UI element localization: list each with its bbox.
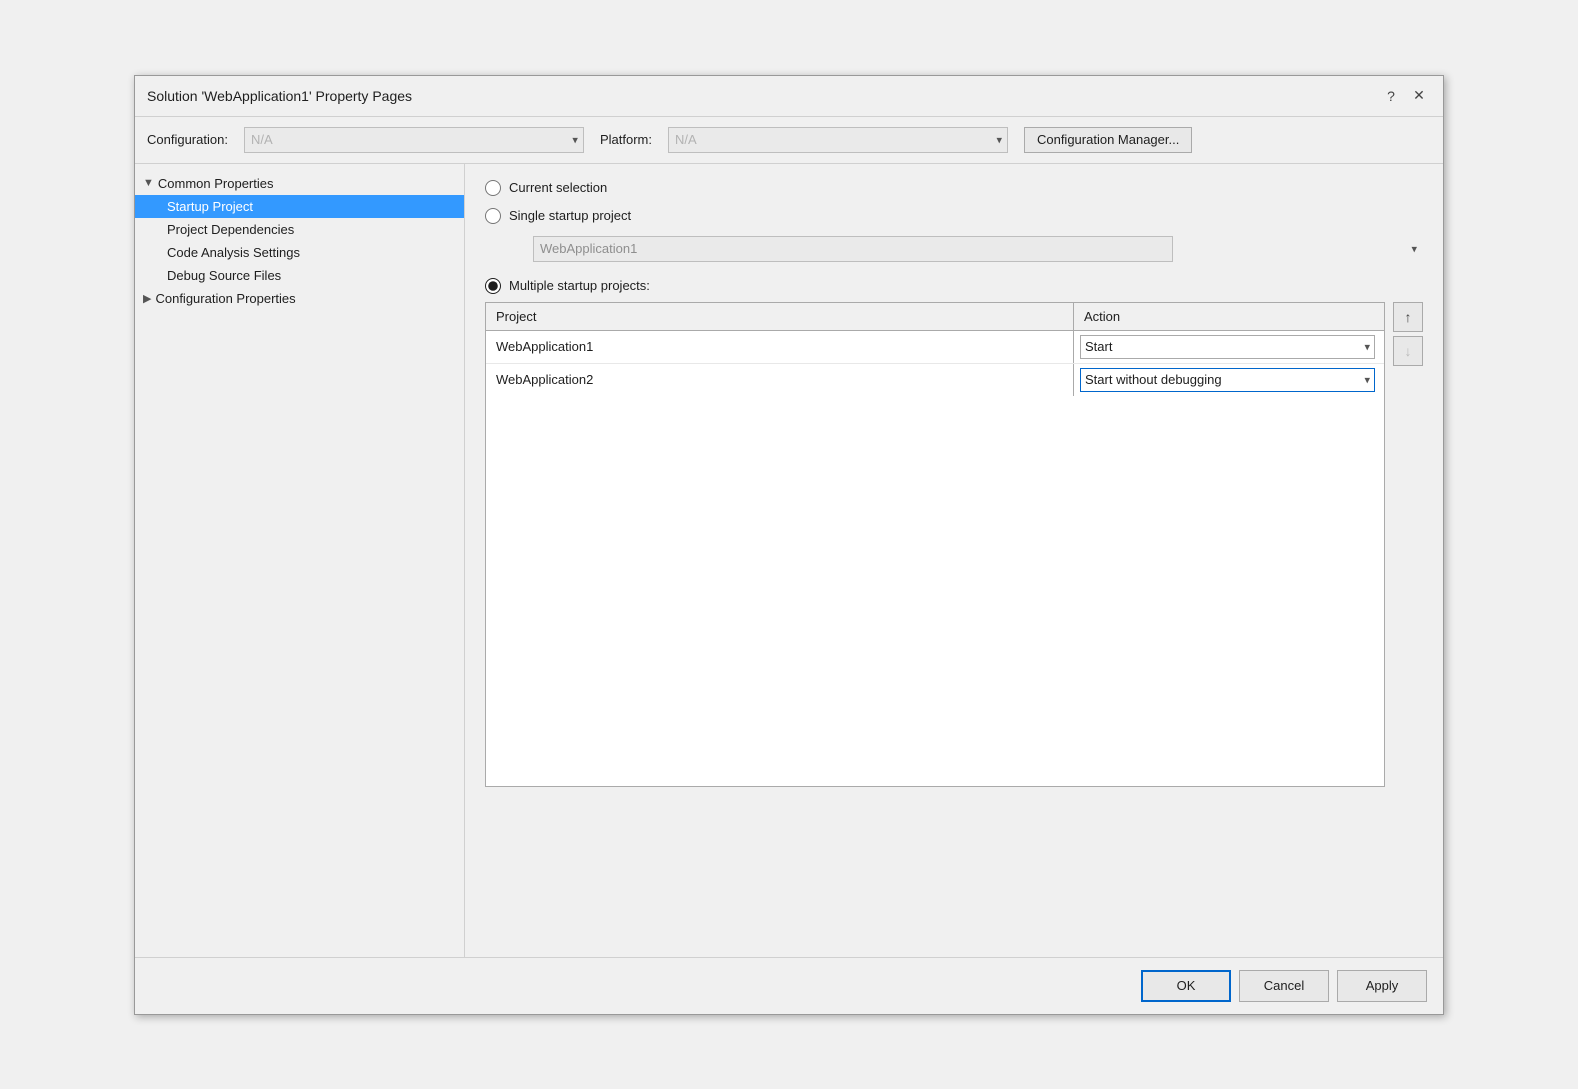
- single-project-select[interactable]: WebApplication1: [533, 236, 1173, 262]
- move-up-button[interactable]: ↑: [1393, 302, 1423, 332]
- common-properties-label: Common Properties: [158, 176, 274, 191]
- project-dependencies-label: Project Dependencies: [167, 222, 294, 237]
- help-button[interactable]: ?: [1379, 84, 1403, 108]
- table-empty-area: [486, 396, 1384, 786]
- platform-label: Platform:: [600, 132, 652, 147]
- action-column-header: Action: [1074, 303, 1384, 330]
- sidebar-common-properties-header[interactable]: ▼ Common Properties: [135, 172, 464, 195]
- sidebar-item-code-analysis[interactable]: Code Analysis Settings: [135, 241, 464, 264]
- platform-select[interactable]: N/A: [668, 127, 1008, 153]
- config-select-wrapper: N/A: [244, 127, 584, 153]
- table-row: WebApplication1 None Start Start without…: [486, 331, 1384, 364]
- sidebar-item-debug-source[interactable]: Debug Source Files: [135, 264, 464, 287]
- action-cell-1: None Start Start without debugging: [1074, 331, 1384, 363]
- action-select-plain-wrapper-1: None Start Start without debugging: [1080, 335, 1375, 359]
- title-buttons: ? ✕: [1379, 84, 1431, 108]
- single-project-select-wrapper: WebApplication1: [509, 236, 1423, 262]
- config-manager-button[interactable]: Configuration Manager...: [1024, 127, 1192, 153]
- sidebar-item-startup-project[interactable]: Startup Project: [135, 195, 464, 218]
- action-select-wrapper-2: None Start Start without debugging: [1080, 368, 1375, 392]
- current-selection-radio[interactable]: [485, 180, 501, 196]
- code-analysis-label: Code Analysis Settings: [167, 245, 300, 260]
- common-properties-arrow-icon: ▼: [143, 177, 154, 189]
- dialog-title: Solution 'WebApplication1' Property Page…: [147, 88, 412, 104]
- project-cell-2: WebApplication2: [486, 364, 1074, 396]
- right-panel: Current selection Single startup project…: [465, 164, 1443, 957]
- property-pages-dialog: Solution 'WebApplication1' Property Page…: [134, 75, 1444, 1015]
- action-select-1[interactable]: None Start Start without debugging: [1080, 335, 1375, 359]
- multiple-startup-radio[interactable]: [485, 278, 501, 294]
- debug-source-label: Debug Source Files: [167, 268, 281, 283]
- project-column-header: Project: [486, 303, 1074, 330]
- project-cell-1: WebApplication1: [486, 331, 1074, 363]
- config-properties-arrow-icon: ▶: [143, 292, 151, 305]
- table-body: WebApplication1 None Start Start without…: [486, 331, 1384, 396]
- close-button[interactable]: ✕: [1407, 84, 1431, 108]
- platform-select-wrapper: N/A: [668, 127, 1008, 153]
- bottom-bar: OK Cancel Apply: [135, 957, 1443, 1014]
- config-label: Configuration:: [147, 132, 228, 147]
- cancel-button[interactable]: Cancel: [1239, 970, 1329, 1002]
- project-name-1: WebApplication1: [496, 339, 593, 354]
- projects-table: Project Action WebApplication1: [485, 302, 1385, 787]
- table-header: Project Action: [486, 303, 1384, 331]
- table-row: WebApplication2 None Start Start without…: [486, 364, 1384, 396]
- startup-radio-group: Current selection Single startup project…: [485, 180, 1423, 294]
- multiple-startup-label[interactable]: Multiple startup projects:: [509, 278, 650, 293]
- current-selection-label[interactable]: Current selection: [509, 180, 607, 195]
- startup-project-label: Startup Project: [167, 199, 253, 214]
- title-bar: Solution 'WebApplication1' Property Page…: [135, 76, 1443, 117]
- sidebar: ▼ Common Properties Startup Project Proj…: [135, 164, 465, 957]
- sidebar-item-project-dependencies[interactable]: Project Dependencies: [135, 218, 464, 241]
- sidebar-configuration-properties-header[interactable]: ▶ Configuration Properties: [135, 287, 464, 310]
- configuration-properties-label: Configuration Properties: [155, 291, 295, 306]
- move-down-button[interactable]: ↓: [1393, 336, 1423, 366]
- action-cell-2: None Start Start without debugging: [1074, 364, 1384, 396]
- config-select[interactable]: N/A: [244, 127, 584, 153]
- table-side-buttons: ↑ ↓: [1393, 302, 1423, 787]
- multiple-startup-row: Multiple startup projects:: [485, 278, 1423, 294]
- table-section: Project Action WebApplication1: [485, 302, 1423, 787]
- apply-button[interactable]: Apply: [1337, 970, 1427, 1002]
- single-startup-radio[interactable]: [485, 208, 501, 224]
- ok-button[interactable]: OK: [1141, 970, 1231, 1002]
- config-bar: Configuration: N/A Platform: N/A Configu…: [135, 117, 1443, 164]
- current-selection-row: Current selection: [485, 180, 1423, 196]
- action-select-2[interactable]: None Start Start without debugging: [1080, 368, 1375, 392]
- project-name-2: WebApplication2: [496, 372, 593, 387]
- main-content: ▼ Common Properties Startup Project Proj…: [135, 164, 1443, 957]
- single-startup-label[interactable]: Single startup project: [509, 208, 631, 223]
- single-startup-row: Single startup project: [485, 208, 1423, 224]
